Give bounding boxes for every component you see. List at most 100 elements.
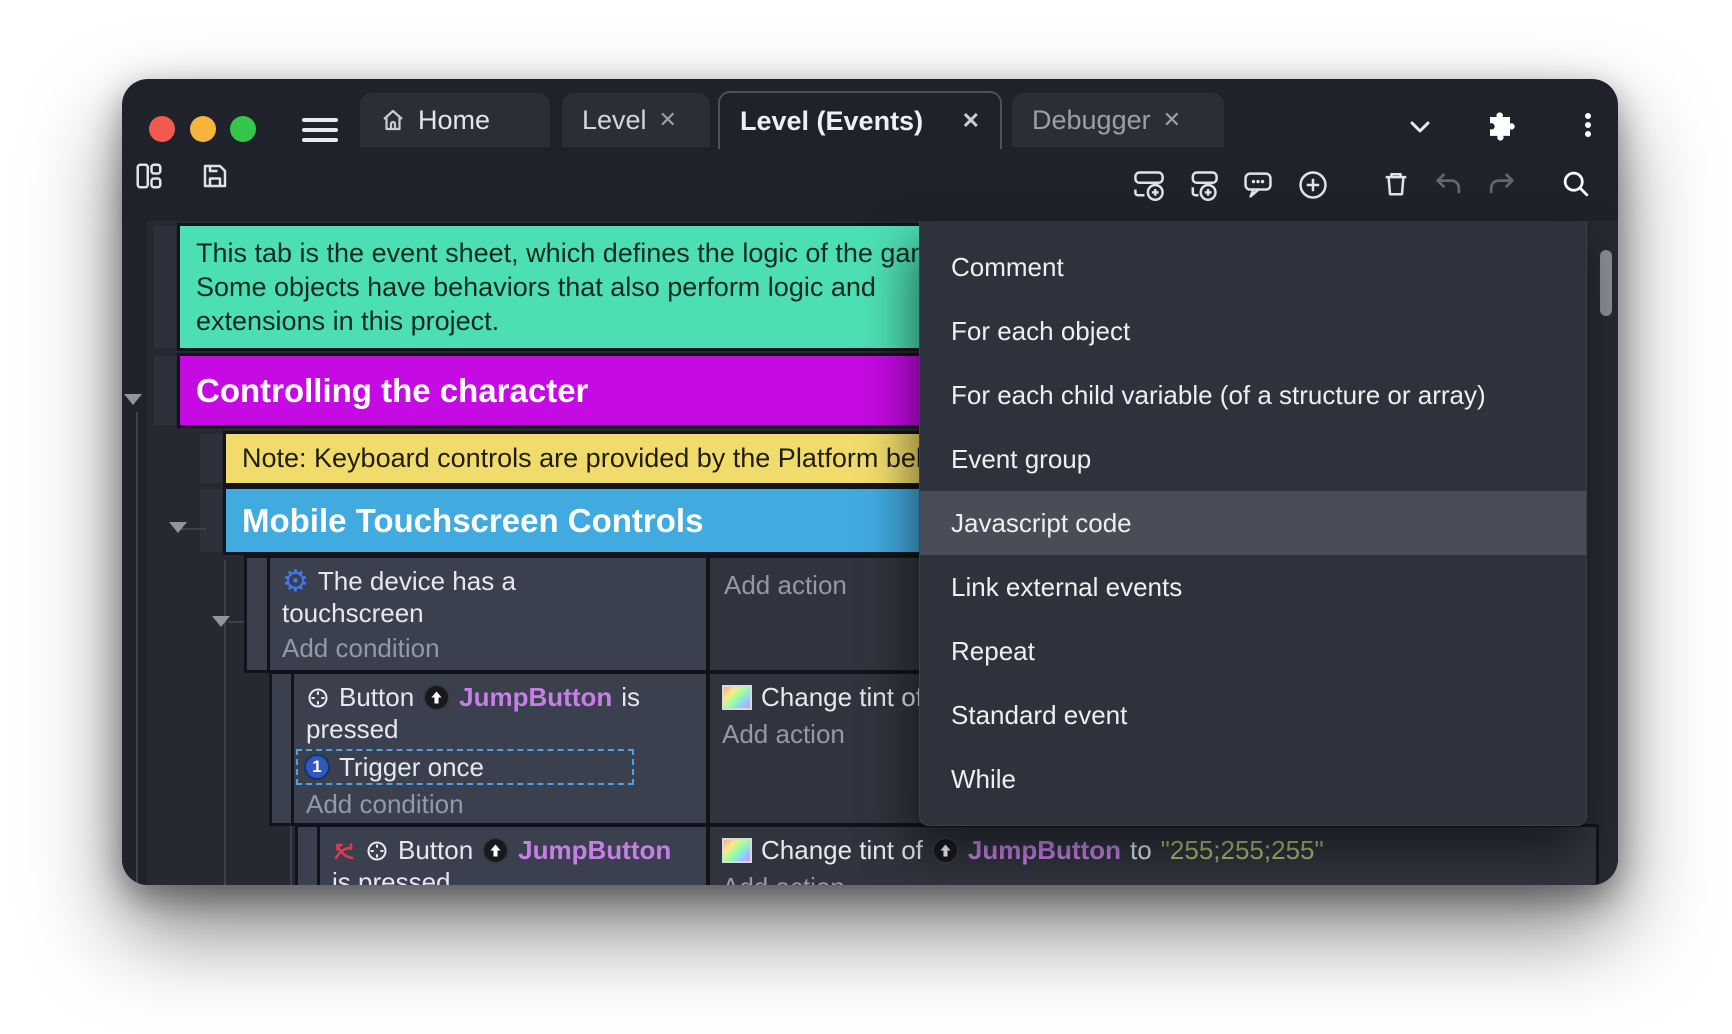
collapse-arrow-group2[interactable] bbox=[169, 522, 187, 533]
condition-text: is pressed bbox=[332, 867, 451, 885]
condition-text: touchscreen bbox=[282, 598, 424, 629]
condition-text: pressed bbox=[306, 714, 399, 745]
menu-item-for-each-child-variable[interactable]: For each child variable (of a structure … bbox=[920, 363, 1586, 427]
indent-strip bbox=[200, 434, 222, 483]
add-event-button[interactable] bbox=[1132, 168, 1166, 202]
object-name: JumpButton bbox=[459, 682, 612, 713]
indent-strip bbox=[154, 226, 176, 348]
condition-text: Button bbox=[398, 835, 473, 866]
invert-condition-icon bbox=[332, 839, 356, 863]
titlebar: Home Level ✕ Level (Events) ✕ Debugger ✕ bbox=[122, 79, 1618, 147]
event-margin-cell[interactable] bbox=[272, 674, 292, 823]
collapse-arrow-event1[interactable] bbox=[212, 616, 230, 627]
color-swatch-icon bbox=[722, 838, 752, 863]
tab-label: Home bbox=[418, 105, 490, 136]
jumpbutton-object-icon bbox=[932, 837, 959, 864]
condition-text: Button bbox=[339, 682, 414, 713]
menu-item-for-each-object[interactable]: For each object bbox=[920, 299, 1586, 363]
main-menu-button[interactable] bbox=[302, 112, 338, 148]
tab-home[interactable]: Home bbox=[360, 93, 550, 147]
event-margin-cell[interactable] bbox=[247, 558, 267, 670]
indent-strip bbox=[154, 356, 176, 425]
system-gear-icon: ⚙ bbox=[282, 567, 309, 597]
condition-text: is bbox=[621, 682, 640, 713]
addons-button[interactable] bbox=[1484, 109, 1516, 141]
toolbar: Preview Publish bbox=[122, 147, 1618, 221]
add-event-icon bbox=[1132, 168, 1166, 202]
group-title: Mobile Touchscreen Controls bbox=[226, 502, 703, 540]
tab-close-icon[interactable]: ✕ bbox=[659, 109, 677, 131]
menu-item-standard-event[interactable]: Standard event bbox=[920, 683, 1586, 747]
vertical-scrollbar-thumb[interactable] bbox=[1600, 250, 1612, 316]
group-title: Controlling the character bbox=[180, 372, 588, 410]
redo-button[interactable] bbox=[1486, 168, 1518, 200]
save-button[interactable] bbox=[200, 161, 230, 191]
tab-close-icon[interactable]: ✕ bbox=[962, 110, 980, 132]
delete-button[interactable] bbox=[1380, 168, 1412, 200]
event-action-cell[interactable]: Change tint of JumpButton to "255;255;25… bbox=[710, 827, 1596, 885]
window-minimize-button[interactable] bbox=[190, 116, 216, 142]
plus-circle-icon bbox=[1296, 168, 1330, 202]
puzzle-icon bbox=[1484, 109, 1516, 141]
add-action-link[interactable]: Add action bbox=[722, 872, 1596, 885]
jumpbutton-object-icon bbox=[423, 684, 450, 711]
layout-panels-button[interactable] bbox=[134, 161, 164, 191]
color-swatch-icon bbox=[722, 685, 752, 710]
tab-level-events[interactable]: Level (Events) ✕ bbox=[718, 91, 1002, 149]
tab-debugger[interactable]: Debugger ✕ bbox=[1012, 93, 1224, 147]
event-sheet-margin-rail bbox=[122, 221, 147, 885]
menu-item-event-group[interactable]: Event group bbox=[920, 427, 1586, 491]
touch-plugin-icon bbox=[365, 839, 389, 863]
add-event-context-menu: Comment For each object For each child v… bbox=[919, 221, 1587, 826]
menu-item-repeat[interactable]: Repeat bbox=[920, 619, 1586, 683]
jumpbutton-object-icon bbox=[482, 837, 509, 864]
save-icon bbox=[200, 161, 230, 191]
comment-line: extensions in this project. bbox=[196, 304, 948, 338]
add-subevent-button[interactable] bbox=[1186, 168, 1220, 202]
trash-icon bbox=[1380, 168, 1412, 200]
window-close-button[interactable] bbox=[149, 116, 175, 142]
trigger-once-icon: 1 bbox=[304, 754, 330, 780]
app-window: Home Level ✕ Level (Events) ✕ Debugger ✕ bbox=[122, 79, 1618, 885]
event-condition-cell[interactable]: Button JumpButton is pressed bbox=[320, 827, 706, 885]
tab-label: Level (Events) bbox=[740, 106, 923, 137]
add-condition-link[interactable]: Add condition bbox=[282, 633, 706, 664]
condition-text: The device has a bbox=[318, 566, 516, 597]
tab-label: Debugger bbox=[1032, 105, 1151, 136]
tab-level[interactable]: Level ✕ bbox=[562, 93, 710, 147]
comment-line: This tab is the event sheet, which defin… bbox=[196, 236, 948, 270]
menu-item-comment[interactable]: Comment bbox=[920, 235, 1586, 299]
home-icon bbox=[380, 107, 406, 133]
layout-panels-icon bbox=[134, 161, 164, 191]
collapse-tabs-button[interactable] bbox=[1404, 115, 1436, 141]
menu-item-javascript-code[interactable]: Javascript code bbox=[920, 491, 1586, 555]
comment-line: Some objects have behaviors that also pe… bbox=[196, 270, 948, 304]
menu-item-while[interactable]: While bbox=[920, 747, 1586, 811]
event-condition-cell[interactable]: Button JumpButton is pressed 1 Trigger o… bbox=[294, 674, 706, 823]
chevron-down-icon bbox=[1404, 115, 1436, 141]
object-name: JumpButton bbox=[968, 835, 1121, 866]
indent-strip bbox=[200, 489, 222, 552]
menu-item-link-external-events[interactable]: Link external events bbox=[920, 555, 1586, 619]
kebab-menu-icon bbox=[1574, 111, 1602, 139]
search-button[interactable] bbox=[1560, 168, 1592, 200]
hamburger-icon bbox=[302, 118, 338, 122]
add-comment-button[interactable] bbox=[1241, 168, 1275, 202]
undo-button[interactable] bbox=[1432, 168, 1464, 200]
event-condition-cell[interactable]: ⚙ The device has a touchscreen Add condi… bbox=[270, 558, 706, 670]
window-zoom-button[interactable] bbox=[230, 116, 256, 142]
event-margin-cell[interactable] bbox=[298, 827, 318, 885]
add-condition-link[interactable]: Add condition bbox=[306, 789, 706, 820]
undo-icon bbox=[1432, 168, 1464, 200]
collapse-arrow-group1[interactable] bbox=[124, 394, 142, 405]
object-name: JumpButton bbox=[518, 835, 671, 866]
add-subevent-icon bbox=[1186, 168, 1220, 202]
add-object-button[interactable] bbox=[1296, 168, 1330, 202]
tab-close-icon[interactable]: ✕ bbox=[1163, 109, 1181, 131]
window-overflow-menu-button[interactable] bbox=[1574, 111, 1602, 139]
tab-label: Level bbox=[582, 105, 647, 136]
selected-condition-trigger-once[interactable]: 1 Trigger once bbox=[296, 749, 634, 785]
redo-icon bbox=[1486, 168, 1518, 200]
condition-text: Trigger once bbox=[339, 752, 484, 783]
action-text: Change tint of bbox=[761, 682, 923, 713]
